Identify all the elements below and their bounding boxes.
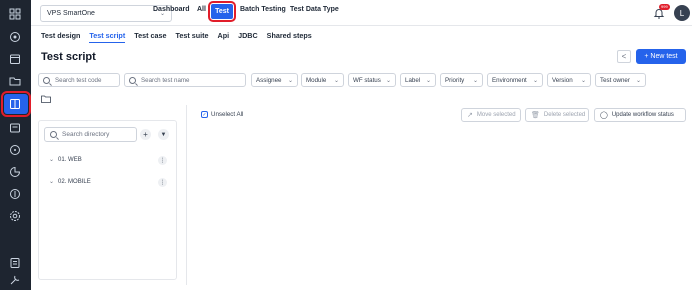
compass-icon[interactable] [8,143,22,157]
checkbox-icon: ✓ [201,111,208,118]
page-title: Test script [41,51,96,63]
chevron-down-icon: ⌄ [333,77,339,84]
panel-divider [186,105,187,285]
filter-module[interactable]: Module ⌄ [301,73,344,87]
nav-all[interactable]: All [197,6,206,13]
filter-label: Test owner [600,76,630,84]
filter-label: Version [552,76,573,84]
tab-test-case[interactable]: Test case [134,31,166,43]
tab-jdbc[interactable]: JDBC [238,31,258,43]
new-test-button[interactable]: + New test [636,49,686,64]
filter-label: WF status [353,76,381,84]
filter-wf-status[interactable]: WF status ⌄ [348,73,396,87]
nav-test[interactable]: Test [208,1,236,22]
filter-label: Priority [445,76,465,84]
filter-test-owner[interactable]: Test owner ⌄ [595,73,646,87]
nav-test-data-type[interactable]: Test Data Type [290,6,339,13]
project-select-value: VPS SmartOne [47,10,95,17]
chevron-down-icon: ⌄ [425,77,431,84]
search-test-code-placeholder: Search test code [55,76,102,84]
move-selected-button[interactable]: ↗ Move selected [461,108,521,122]
unselect-all-label: Unselect All [211,111,244,118]
settings-icon[interactable] [8,209,22,223]
tab-bar: Test design Test script Test case Test s… [41,31,321,43]
directory-item-label: 02. MOBILE [58,178,91,185]
report-icon[interactable] [8,187,22,201]
search-directory-input[interactable]: Search directory [44,127,137,142]
chevron-down-icon: ⌄ [385,77,391,84]
search-icon [43,76,50,84]
search-test-name-input[interactable]: Search test name [124,73,246,87]
move-icon: ↗ [467,112,473,119]
folder-icon[interactable] [41,95,51,103]
delete-selected-button[interactable]: 🗑 Delete selected [525,108,589,122]
chevron-down-icon: ⌄ [49,157,55,163]
filter-label: Module [306,76,327,84]
trash-icon: 🗑 [531,112,540,119]
filter-environment[interactable]: Environment ⌄ [487,73,543,87]
tab-test-suite[interactable]: Test suite [175,31,208,43]
tools-icon[interactable] [8,273,22,287]
workflow-icon: ◯ [600,112,608,119]
directory-item-label: 01. WEB [58,156,82,163]
folder-icon[interactable] [8,74,22,88]
top-bar: VPS SmartOne ⌄ Dashboard All Test Batch … [31,0,692,26]
avatar[interactable]: L [674,5,690,21]
filter-assignee[interactable]: Assignee ⌄ [251,73,298,87]
grid-icon[interactable] [8,7,22,21]
test-script-icon[interactable] [8,97,22,111]
tab-test-script[interactable]: Test script [89,31,126,43]
search-test-name-placeholder: Search test name [141,76,190,84]
notes-icon[interactable] [8,256,22,270]
nav-batch-testing[interactable]: Batch Testing [240,6,286,13]
layers-icon[interactable] [8,121,22,135]
update-workflow-status-label: Update workflow status [611,112,674,118]
delete-selected-label: Delete selected [543,112,586,118]
tab-test-design[interactable]: Test design [41,31,80,43]
update-workflow-status-button[interactable]: ◯ Update workflow status [594,108,686,122]
chevron-down-icon: ⌄ [635,77,641,84]
sidebar [0,0,31,290]
filter-priority[interactable]: Priority ⌄ [440,73,483,87]
filter-label-dropdown[interactable]: Label ⌄ [400,73,436,87]
chevron-down-icon: ⌄ [580,77,586,84]
more-options-icon[interactable]: ⋮ [158,178,167,187]
calendar-icon[interactable] [8,52,22,66]
filter-label: Label [405,76,421,84]
filter-label: Environment [492,76,527,84]
more-options-icon[interactable]: ⋮ [158,156,167,165]
filter-label: Assignee [256,76,282,84]
nav-dashboard[interactable]: Dashboard [153,6,190,13]
directory-item[interactable]: ⌄ 01. WEB [49,156,82,164]
move-selected-label: Move selected [476,112,516,118]
search-icon [50,131,57,138]
notification-badge: 999 [659,4,670,10]
chevron-down-icon: ⌄ [287,77,293,84]
chevron-down-icon: ⌄ [532,77,538,84]
filter-version[interactable]: Version ⌄ [547,73,591,87]
chart-icon[interactable] [8,165,22,179]
add-directory-button[interactable]: + [140,129,151,140]
back-button[interactable]: < [617,50,631,63]
unselect-all-toggle[interactable]: ✓ Unselect All [201,111,243,118]
search-directory-placeholder: Search directory [62,131,110,138]
tab-shared-steps[interactable]: Shared steps [267,31,312,43]
filter-icon[interactable]: ▼ [158,129,169,140]
search-test-code-input[interactable]: Search test code [38,73,120,87]
target-icon[interactable] [8,30,22,44]
directory-panel: Search directory + ▼ ⌄ 01. WEB ⋮ ⌄ 02. M… [38,120,177,280]
tab-api[interactable]: Api [218,31,230,43]
chevron-down-icon: ⌄ [49,179,55,185]
chevron-down-icon: ⌄ [472,77,478,84]
search-icon [129,76,136,84]
directory-item[interactable]: ⌄ 02. MOBILE [49,178,91,186]
